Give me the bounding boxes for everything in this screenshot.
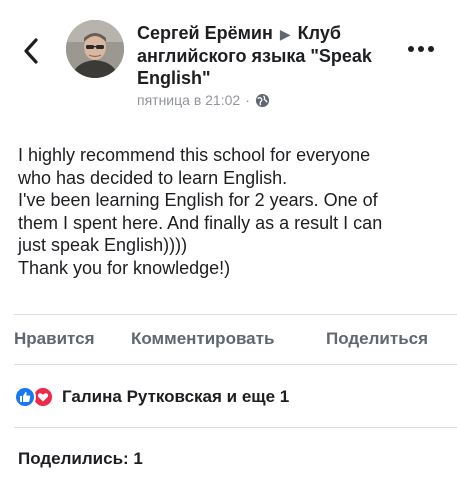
arrow-right-icon: ▶ <box>279 26 291 42</box>
dot <box>418 46 424 52</box>
divider <box>14 314 457 315</box>
chevron-left-icon <box>24 38 38 64</box>
action-bar: Нравится Комментировать Поделиться <box>0 325 457 355</box>
reactions-summary[interactable]: Галина Рутковская и еще 1 <box>14 386 289 408</box>
post-text-line: Thank you for knowledge!) <box>18 257 231 278</box>
back-button[interactable] <box>18 36 44 66</box>
globe-icon <box>255 93 269 107</box>
shares-count[interactable]: Поделились: 1 <box>18 449 143 469</box>
author-line: Сергей Ерёмин ▶ Клуб английского языка "… <box>137 22 402 89</box>
post-meta: пятница в 21:02 · <box>137 92 402 108</box>
share-button[interactable]: Поделиться <box>326 329 428 349</box>
divider <box>14 364 457 365</box>
dot <box>428 46 434 52</box>
post-header: Сергей Ерёмин ▶ Клуб английского языка "… <box>137 22 402 108</box>
post-text-line: them I spent here. And finally as a resu… <box>18 212 383 233</box>
post-text-line: I've been learning English for 2 years. … <box>18 190 378 210</box>
reaction-icons <box>14 386 54 408</box>
avatar-photo <box>66 20 124 78</box>
post-text-line: just speak English)))) <box>18 235 188 255</box>
like-reaction-icon <box>14 386 36 408</box>
like-button[interactable]: Нравится <box>14 329 95 349</box>
post-text-line: I highly recommend this school for every… <box>18 145 371 165</box>
divider <box>14 427 457 428</box>
post-timestamp[interactable]: пятница в 21:02 <box>137 92 240 108</box>
reactions-text: Галина Рутковская и еще 1 <box>62 387 290 406</box>
author-name[interactable]: Сергей Ерёмин <box>137 23 273 43</box>
comment-button[interactable]: Комментировать <box>131 329 274 349</box>
more-options-button[interactable] <box>404 40 438 58</box>
post-text-line: who has decided to learn English. <box>18 167 288 188</box>
post-text: I highly recommend this school for every… <box>18 144 448 279</box>
avatar[interactable] <box>66 20 124 78</box>
dot <box>408 46 414 52</box>
meta-separator: · <box>245 92 250 108</box>
